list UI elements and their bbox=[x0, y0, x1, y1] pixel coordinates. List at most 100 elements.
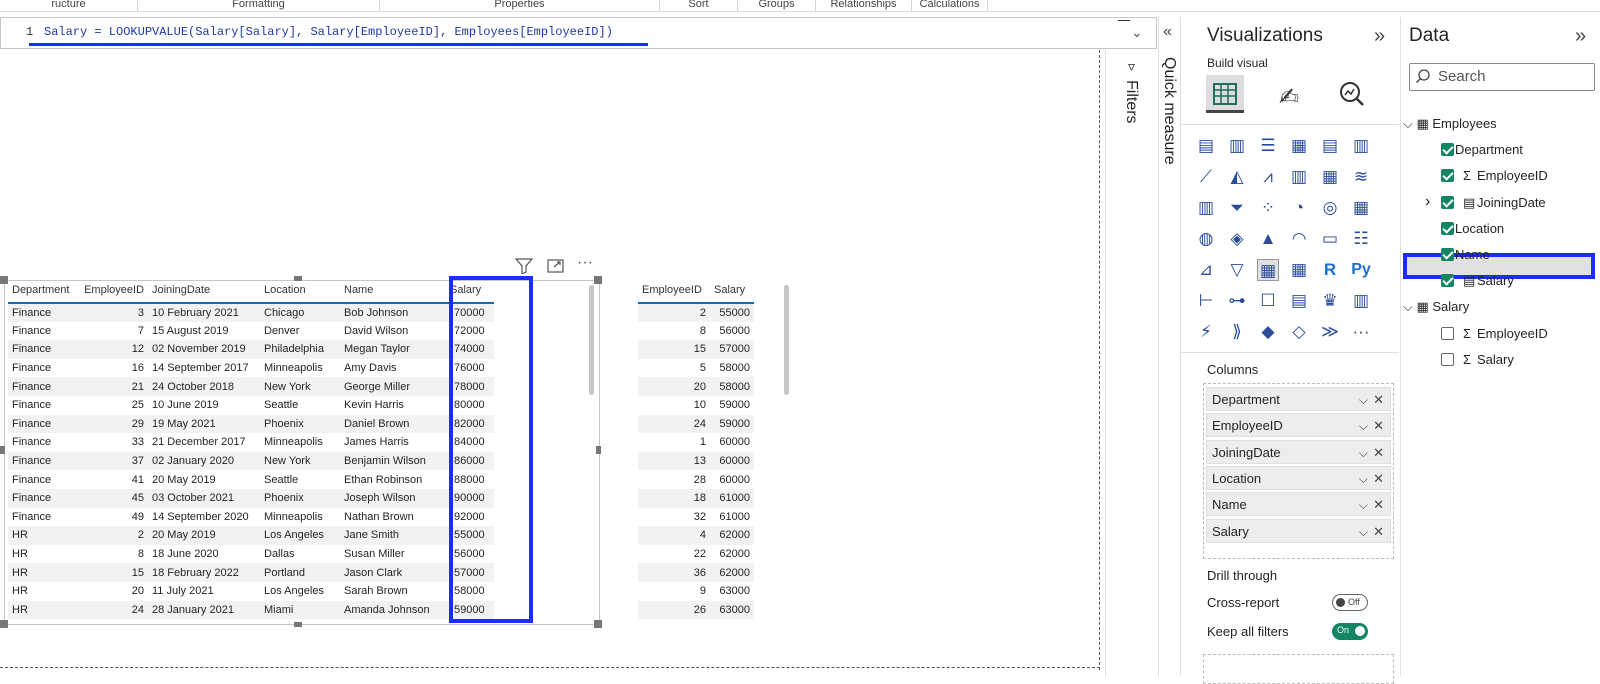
column-header[interactable]: Salary bbox=[710, 277, 754, 304]
remove-icon[interactable]: ✕ bbox=[1373, 520, 1384, 544]
search-input[interactable]: Search bbox=[1409, 63, 1595, 91]
chevron-down-icon[interactable]: ⌵ bbox=[1403, 116, 1416, 131]
decomposition-tree-icon[interactable]: ⊶ bbox=[1226, 290, 1248, 312]
formula-collapse-icon[interactable] bbox=[1118, 20, 1130, 21]
card-icon[interactable]: ▭ bbox=[1319, 228, 1341, 250]
filters-label[interactable]: Filters bbox=[1122, 80, 1140, 124]
globe-map-icon[interactable]: ◍ bbox=[1195, 228, 1217, 250]
column-header[interactable]: Location bbox=[260, 277, 340, 304]
chevron-down-icon[interactable]: ⌵ bbox=[1403, 299, 1416, 314]
key-influencers-icon[interactable]: ⊢ bbox=[1195, 290, 1217, 312]
build-visual-tab[interactable] bbox=[1206, 75, 1244, 113]
waterfall-icon[interactable]: ▥ bbox=[1195, 197, 1217, 219]
resize-handle[interactable] bbox=[0, 446, 5, 454]
remove-icon[interactable]: ✕ bbox=[1373, 441, 1384, 465]
remove-icon[interactable]: ✕ bbox=[1373, 388, 1384, 412]
column-header[interactable]: Department bbox=[8, 277, 78, 304]
quick-measure-label[interactable]: Quick measure bbox=[1160, 57, 1178, 165]
column-well-item[interactable]: JoiningDate ⌵ ✕ bbox=[1206, 439, 1391, 465]
resize-handle[interactable] bbox=[0, 620, 8, 628]
field-checkbox[interactable] bbox=[1441, 221, 1454, 235]
filled-map-icon[interactable]: ◈ bbox=[1226, 228, 1248, 250]
table-node[interactable]: ⌵ ▦ Employees bbox=[1403, 116, 1497, 132]
chevron-right-icon[interactable]: › bbox=[1425, 193, 1430, 211]
chevron-down-icon[interactable]: ⌵ bbox=[1359, 467, 1368, 491]
filter-icon[interactable] bbox=[514, 258, 534, 277]
pie-chart-icon[interactable]: ◔ bbox=[1288, 197, 1310, 219]
stacked-bar-icon[interactable]: ▤ bbox=[1195, 135, 1217, 157]
collapse-pane-icon[interactable]: » bbox=[1374, 25, 1385, 48]
column-well-item[interactable]: Location ⌵ ✕ bbox=[1206, 465, 1391, 491]
field-name[interactable]: JoiningDate bbox=[1477, 195, 1546, 210]
field-name[interactable]: Name bbox=[1455, 247, 1490, 262]
python-visual-icon[interactable]: Py bbox=[1350, 259, 1372, 281]
column-well-item[interactable]: Name ⌵ ✕ bbox=[1206, 492, 1391, 517]
multi-row-card-icon[interactable]: ☷ bbox=[1350, 228, 1372, 250]
trophy-icon[interactable]: ♛ bbox=[1319, 290, 1341, 312]
table-scrollbar[interactable] bbox=[589, 285, 594, 395]
resize-handle[interactable] bbox=[594, 620, 602, 628]
ribbon-group-calculations[interactable]: Calculations bbox=[912, 0, 988, 11]
field-checkbox[interactable] bbox=[1441, 248, 1454, 261]
stacked-column-icon[interactable]: ▦ bbox=[1288, 135, 1310, 157]
field-name[interactable]: EmployeeID bbox=[1477, 168, 1548, 183]
quick-measure-pane[interactable]: « Quick measure bbox=[1158, 17, 1180, 676]
field-checkbox[interactable] bbox=[1441, 352, 1454, 366]
cross-report-toggle[interactable]: Off bbox=[1332, 594, 1368, 611]
table-node[interactable]: ⌵ ▦ Salary bbox=[1403, 299, 1469, 315]
field-checkbox[interactable] bbox=[1441, 195, 1454, 209]
focus-mode-icon[interactable] bbox=[547, 258, 565, 277]
field-name[interactable]: Department bbox=[1455, 142, 1523, 157]
field-checkbox[interactable] bbox=[1441, 169, 1454, 183]
column-header[interactable]: EmployeeID bbox=[78, 277, 148, 304]
chevron-down-icon[interactable]: ⌵ bbox=[1359, 520, 1368, 544]
field-checkbox[interactable] bbox=[1441, 143, 1454, 157]
remove-icon[interactable]: ✕ bbox=[1373, 493, 1384, 517]
field-name[interactable]: Location bbox=[1455, 221, 1504, 236]
power-automate-icon[interactable]: ⟫ bbox=[1226, 321, 1248, 343]
column-header[interactable]: Name bbox=[340, 277, 446, 304]
ribbon-group-formatting[interactable]: Formatting bbox=[138, 0, 380, 11]
field-checkbox[interactable] bbox=[1441, 326, 1454, 340]
table-icon[interactable]: ▦ bbox=[1257, 259, 1279, 281]
scatter-icon[interactable]: ⁘ bbox=[1257, 197, 1279, 219]
ribbon-group-structure[interactable]: ructure bbox=[0, 0, 138, 11]
column-header[interactable]: EmployeeID bbox=[638, 277, 710, 304]
clustered-column-icon[interactable]: ▥ bbox=[1226, 135, 1248, 157]
more-visuals-icon[interactable]: ··· bbox=[1350, 321, 1372, 343]
power-apps-icon[interactable]: ⚡ bbox=[1195, 321, 1217, 343]
remove-icon[interactable]: ✕ bbox=[1373, 467, 1384, 491]
field-name[interactable]: EmployeeID bbox=[1477, 326, 1548, 341]
column-well-item[interactable]: EmployeeID ⌵ ✕ bbox=[1206, 413, 1391, 438]
ribbon-group-groups[interactable]: Groups bbox=[738, 0, 816, 11]
azure-map-icon[interactable]: ▲ bbox=[1257, 228, 1279, 250]
slicer-icon[interactable]: ▽ bbox=[1226, 259, 1248, 281]
filters-pane-collapsed[interactable]: ▿ Filters bbox=[1105, 50, 1157, 676]
narrative-icon[interactable]: ▤ bbox=[1288, 290, 1310, 312]
chevron-down-icon[interactable]: ⌵ bbox=[1359, 493, 1368, 517]
ribbon-group-properties[interactable]: Properties bbox=[380, 0, 660, 11]
column-well-item[interactable]: Department ⌵ ✕ bbox=[1206, 387, 1391, 411]
formula-expression[interactable]: Salary = LOOKUPVALUE(Salary[Salary], Sal… bbox=[44, 25, 613, 39]
formula-bar[interactable]: 1 Salary = LOOKUPVALUE(Salary[Salary], S… bbox=[0, 17, 1157, 49]
area-chart-icon[interactable]: ◭ bbox=[1226, 166, 1248, 188]
chevron-down-icon[interactable]: ⌵ bbox=[1359, 414, 1368, 438]
analytics-icon[interactable] bbox=[1338, 80, 1366, 113]
100-bar-icon[interactable]: ▤ bbox=[1319, 135, 1341, 157]
salary-table-scrollbar[interactable] bbox=[784, 285, 789, 395]
field-name[interactable]: Salary bbox=[1477, 352, 1514, 367]
custom-visual-icon[interactable]: ◆ bbox=[1257, 321, 1279, 343]
remove-icon[interactable]: ✕ bbox=[1373, 414, 1384, 438]
funnel-icon[interactable]: ⏷ bbox=[1226, 197, 1248, 219]
line-stacked-column-icon[interactable]: ▦ bbox=[1319, 166, 1341, 188]
chevron-down-icon[interactable]: ⌵ bbox=[1359, 388, 1368, 412]
ribbon-chart-icon[interactable]: ≋ bbox=[1350, 166, 1372, 188]
stacked-area-icon[interactable]: ⩘ bbox=[1257, 166, 1279, 188]
field-name[interactable]: Salary bbox=[1477, 273, 1514, 288]
matrix-icon[interactable]: ▦ bbox=[1288, 259, 1310, 281]
chevron-down-icon[interactable]: ⌄ bbox=[1131, 24, 1143, 41]
expand-pane-icon[interactable]: « bbox=[1163, 23, 1172, 41]
more-options-icon[interactable]: ··· bbox=[577, 254, 593, 272]
arrows-icon[interactable]: ≫ bbox=[1319, 321, 1341, 343]
qa-icon[interactable]: ☐ bbox=[1257, 290, 1279, 312]
